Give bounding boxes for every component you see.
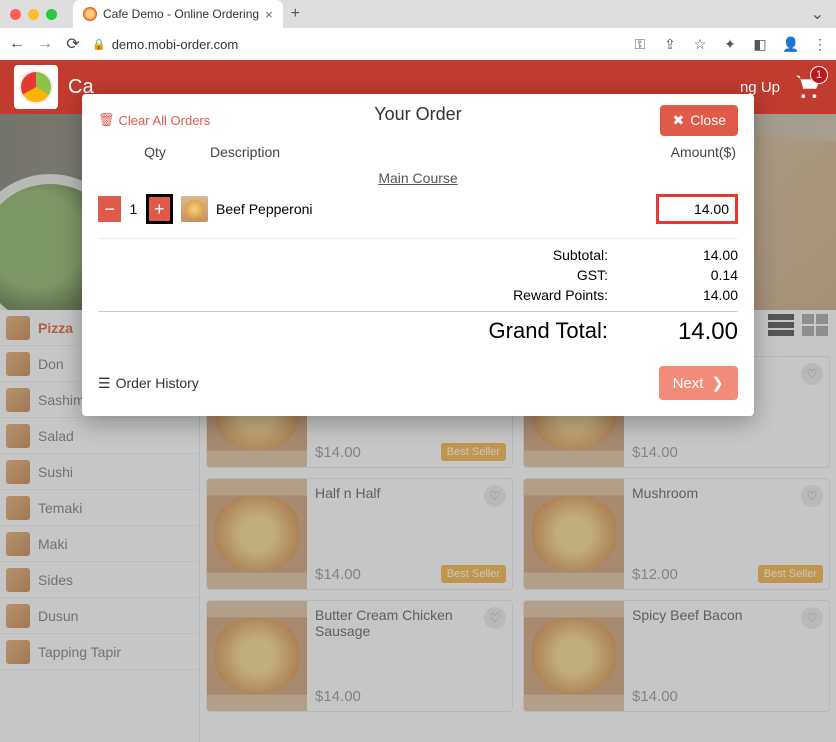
panel-icon[interactable]: ◧ — [752, 36, 768, 53]
back-button[interactable]: ← — [8, 35, 26, 53]
list-icon: ☰ — [98, 375, 111, 392]
close-button[interactable]: ✖ Close — [660, 105, 738, 136]
reward-label: Reward Points: — [98, 287, 638, 303]
gst-label: GST: — [98, 267, 638, 283]
expand-tabs-icon[interactable]: ⌄ — [811, 4, 824, 24]
brand-logo[interactable] — [14, 65, 58, 109]
url-text: demo.mobi-order.com — [112, 37, 238, 52]
next-button[interactable]: Next ❯ — [659, 366, 738, 400]
browser-chrome: Cafe Demo - Online Ordering × + ⌄ ← → ⟳ … — [0, 0, 836, 60]
item-thumbnail — [181, 196, 208, 222]
cart-badge: 1 — [810, 66, 828, 84]
order-history-label: Order History — [116, 375, 199, 391]
trash-icon: 🗑 — [98, 112, 115, 128]
col-qty: Qty — [100, 144, 210, 160]
new-tab-button[interactable]: + — [291, 5, 300, 23]
col-amount: Amount($) — [626, 144, 736, 160]
grand-total-value: 14.00 — [638, 318, 738, 346]
forward-button[interactable]: → — [36, 35, 54, 53]
chevron-right-icon: ❯ — [711, 374, 724, 392]
qty-minus-button[interactable]: − — [98, 196, 121, 222]
item-name: Beef Pepperoni — [208, 201, 656, 217]
minimize-window-icon[interactable] — [28, 9, 39, 20]
order-totals: Subtotal:14.00 GST:0.14 Reward Points:14… — [98, 238, 738, 348]
subtotal-label: Subtotal: — [98, 247, 638, 263]
close-window-icon[interactable] — [10, 9, 21, 20]
order-item-row: − 1 + Beef Pepperoni 14.00 — [98, 190, 738, 228]
maximize-window-icon[interactable] — [46, 9, 57, 20]
order-history-link[interactable]: ☰ Order History — [98, 375, 199, 392]
order-section: Main Course — [98, 166, 738, 190]
tab-title: Cafe Demo - Online Ordering — [103, 7, 259, 21]
close-label: Close — [690, 112, 726, 128]
window-controls[interactable] — [0, 9, 67, 20]
qty-value: 1 — [125, 201, 141, 217]
grand-total-label: Grand Total: — [98, 318, 638, 346]
browser-tab[interactable]: Cafe Demo - Online Ordering × — [73, 0, 283, 28]
order-modal: Your Order 🗑 Clear All Orders ✖ Close Qt… — [82, 94, 754, 416]
reload-button[interactable]: ⟳ — [64, 34, 82, 54]
menu-icon[interactable]: ⋮ — [812, 36, 828, 53]
cart-button[interactable]: 1 — [792, 72, 822, 103]
col-desc: Description — [210, 144, 626, 160]
close-icon: ✖ — [672, 112, 684, 129]
address-bar[interactable]: 🔒 demo.mobi-order.com — [92, 37, 238, 52]
extensions-icon[interactable]: ✦ — [722, 36, 738, 53]
close-tab-icon[interactable]: × — [265, 7, 273, 22]
item-amount: 14.00 — [656, 194, 738, 224]
gst-value: 0.14 — [638, 267, 738, 283]
key-icon[interactable]: ⚿ — [632, 36, 648, 53]
qty-plus-button[interactable]: + — [146, 194, 174, 224]
clear-orders-label: Clear All Orders — [119, 113, 211, 128]
next-label: Next — [673, 375, 704, 392]
sign-up-link[interactable]: ng Up — [740, 79, 780, 96]
order-columns: Qty Description Amount($) — [98, 134, 738, 166]
favicon-icon — [83, 7, 97, 21]
star-icon[interactable]: ☆ — [692, 36, 708, 53]
subtotal-value: 14.00 — [638, 247, 738, 263]
clear-orders-link[interactable]: 🗑 Clear All Orders — [98, 112, 210, 128]
profile-icon[interactable]: 👤 — [782, 36, 798, 53]
lock-icon: 🔒 — [92, 38, 106, 51]
share-icon[interactable]: ⇪ — [662, 36, 678, 53]
reward-value: 14.00 — [638, 287, 738, 303]
